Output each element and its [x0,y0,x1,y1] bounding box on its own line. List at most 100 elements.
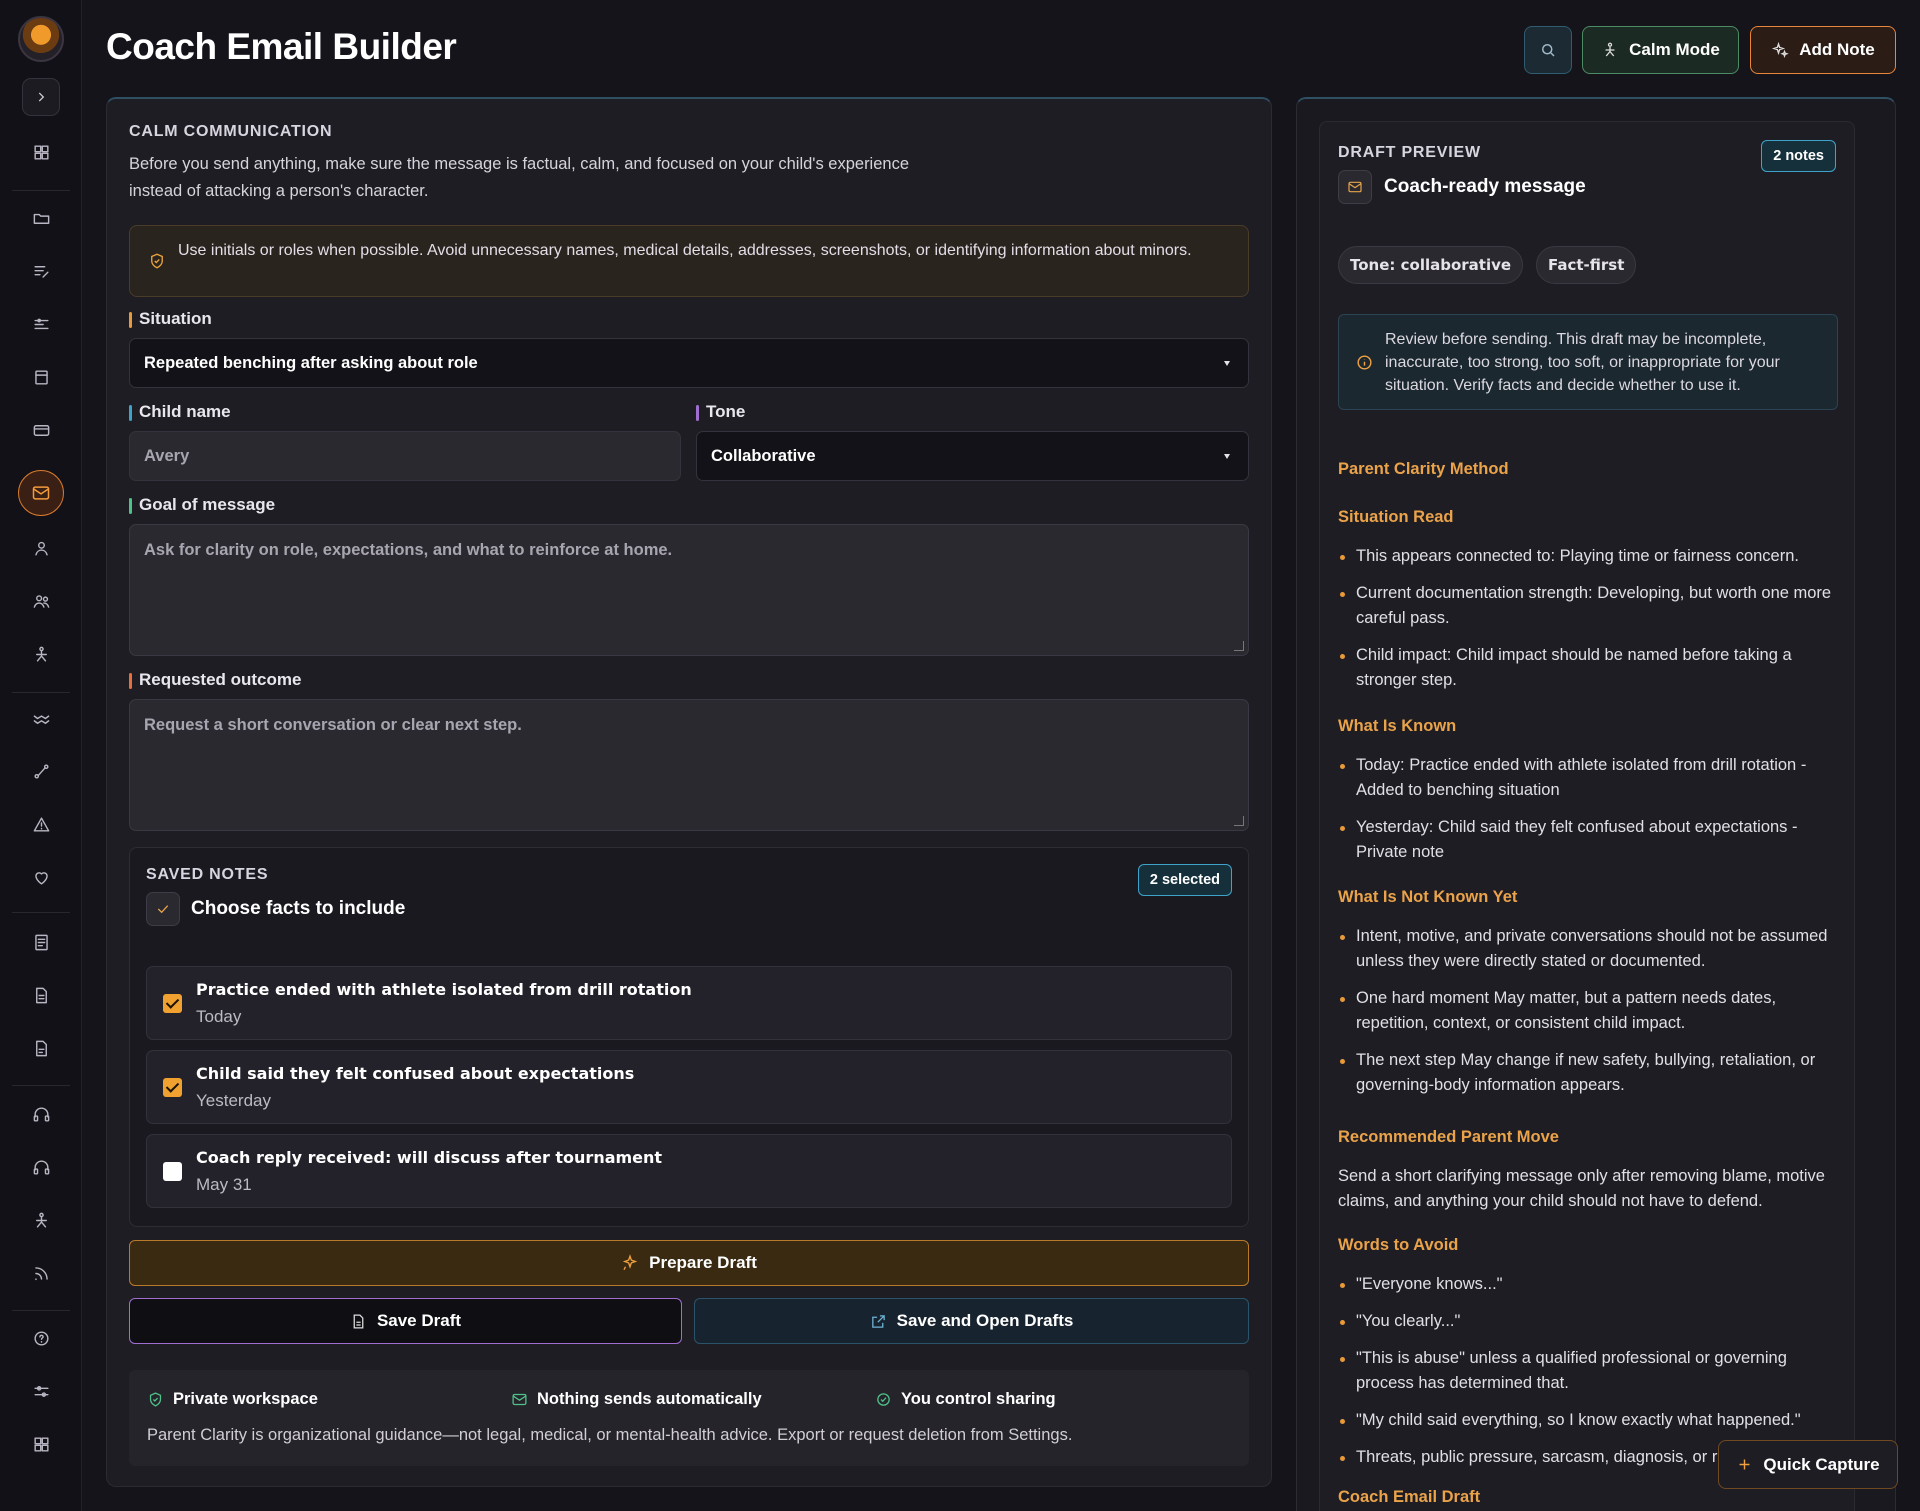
people-icon [33,594,49,608]
list-item: This appears connected to: Playing time … [1338,544,1838,569]
sidebar-item-calm-2[interactable] [22,1205,60,1235]
review-notice: Review before sending. This draft may be… [1338,314,1838,410]
badge-check-icon [877,1393,890,1406]
sidebar-item-archive[interactable] [22,362,60,392]
sidebar-item-feed[interactable] [22,1258,60,1288]
archive-icon [34,369,48,385]
note-row-2[interactable]: Coach reply received: will discuss after… [146,1134,1232,1208]
page-title: Coach Email Builder [106,26,457,67]
note-checkbox-2[interactable] [163,1162,182,1181]
warning-icon [33,816,49,832]
email-builder-panel: CALM COMMUNICATION Before you send anyth… [106,97,1272,1487]
person-icon [34,541,48,556]
sidebar-item-alerts[interactable] [22,809,60,839]
goal-textarea[interactable]: Ask for clarity on role, expectations, a… [129,524,1249,656]
not-known-list: Intent, motive, and private conversation… [1338,924,1838,1110]
review-notice-text: Review before sending. This draft may be… [1385,331,1780,394]
list-item: Yesterday: Child said they felt confused… [1338,815,1838,865]
note-row-1[interactable]: Child said they felt confused about expe… [146,1050,1232,1124]
note-checkbox-1[interactable] [163,1078,182,1097]
note-checkbox-0[interactable] [163,994,182,1013]
note-title: Child said they felt confused about expe… [196,1064,635,1083]
saved-notes-label: SAVED NOTES [146,866,269,883]
caret-down-icon [1224,361,1230,366]
private-workspace-item: Private workspace [147,1390,318,1409]
sidebar-item-doc-3[interactable] [22,1033,60,1063]
sidebar-item-calm[interactable] [22,639,60,669]
resize-grip-icon[interactable] [1234,641,1244,651]
heart-icon [34,871,48,885]
headphones-icon [33,1106,49,1122]
situation-read-heading: Situation Read [1338,508,1454,526]
save-draft-button[interactable]: Save Draft [129,1298,682,1344]
settings-sliders-icon [33,1385,49,1397]
draft-preview-card: DRAFT PREVIEW 2 notes Coach-ready messag… [1319,121,1855,1511]
sidebar-item-dashboard[interactable] [22,137,60,167]
rss-icon [34,1266,48,1280]
sidebar-item-apps[interactable] [22,1429,60,1459]
tone-select[interactable]: Collaborative [696,431,1249,481]
external-link-icon [871,1314,885,1328]
sidebar-item-person[interactable] [22,533,60,563]
recommended-text: Send a short clarifying message only aft… [1338,1167,1825,1210]
save-open-drafts-button[interactable]: Save and Open Drafts [694,1298,1249,1344]
folder-icon [33,213,49,224]
list-item: One hard moment May matter, but a patter… [1338,986,1838,1036]
sidebar-item-path[interactable] [22,756,60,786]
card-icon [33,424,49,436]
headset-icon [33,1159,49,1175]
sidebar-item-settings[interactable] [22,1376,60,1406]
nothing-sends-item: Nothing sends automatically [511,1390,762,1409]
child-name-value: Avery [144,446,190,465]
control-sharing-label: You control sharing [901,1390,1056,1408]
chevron-right-icon [38,92,45,102]
saved-notes-card: SAVED NOTES 2 selected Choose facts to i… [129,847,1249,1227]
add-note-button[interactable]: Add Note [1750,26,1896,74]
sliders-icon [33,318,49,329]
sidebar-item-filters[interactable] [22,309,60,339]
sidebar-item-email[interactable] [18,470,64,516]
privacy-notice: Use initials or roles when possible. Avo… [129,225,1249,297]
sidebar-item-cards[interactable] [22,415,60,445]
quick-capture-button[interactable]: Quick Capture [1718,1440,1898,1489]
list-item: "You clearly..." [1338,1309,1838,1334]
goal-placeholder: Ask for clarity on role, expectations, a… [144,541,673,559]
sidebar-item-trend[interactable] [22,703,60,733]
sidebar-item-team[interactable] [22,586,60,616]
mail-icon [512,1393,527,1406]
note-row-0[interactable]: Practice ended with athlete isolated fro… [146,966,1232,1040]
meditation-icon [1605,42,1615,57]
child-name-input[interactable]: Avery [129,431,681,481]
draft-preview-label: DRAFT PREVIEW [1338,144,1481,161]
list-item: Intent, motive, and private conversation… [1338,924,1838,974]
file-text-icon [35,1040,47,1056]
note-title: Coach reply received: will discuss after… [196,1148,663,1167]
apps-icon [33,1436,49,1452]
calm-mode-button[interactable]: Calm Mode [1582,26,1739,74]
outcome-textarea[interactable]: Request a short conversation or clear ne… [129,699,1249,831]
tone-label: Tone [696,402,745,422]
note-title: Practice ended with athlete isolated fro… [196,980,692,999]
sidebar-item-doc-2[interactable] [22,980,60,1010]
search-button[interactable] [1524,26,1572,74]
prepare-draft-button[interactable]: Prepare Draft [129,1240,1249,1286]
sidebar-item-doc-1[interactable] [22,927,60,957]
situation-select[interactable]: Repeated benching after asking about rol… [129,338,1249,388]
sidebar-item-notes[interactable] [22,256,60,286]
situation-value: Repeated benching after asking about rol… [144,353,478,372]
sidebar-expand-button[interactable] [22,78,60,116]
list-item: Current documentation strength: Developi… [1338,581,1838,631]
sidebar-item-wellbeing[interactable] [22,862,60,892]
privacy-notice-text: Use initials or roles when possible. Avo… [178,242,1192,259]
words-avoid-heading: Words to Avoid [1338,1236,1459,1254]
youth-sports-logo[interactable] [18,16,64,62]
situation-label: Situation [129,309,212,329]
prepare-draft-label: Prepare Draft [649,1253,757,1272]
resize-grip-icon[interactable] [1234,816,1244,826]
sidebar-item-support-1[interactable] [22,1099,60,1129]
note-date: Today [196,1007,242,1026]
sidebar-item-folders[interactable] [22,203,60,233]
sparkle-icon [622,1254,638,1271]
sidebar-item-support-2[interactable] [22,1152,60,1182]
sidebar-item-help[interactable] [22,1323,60,1353]
